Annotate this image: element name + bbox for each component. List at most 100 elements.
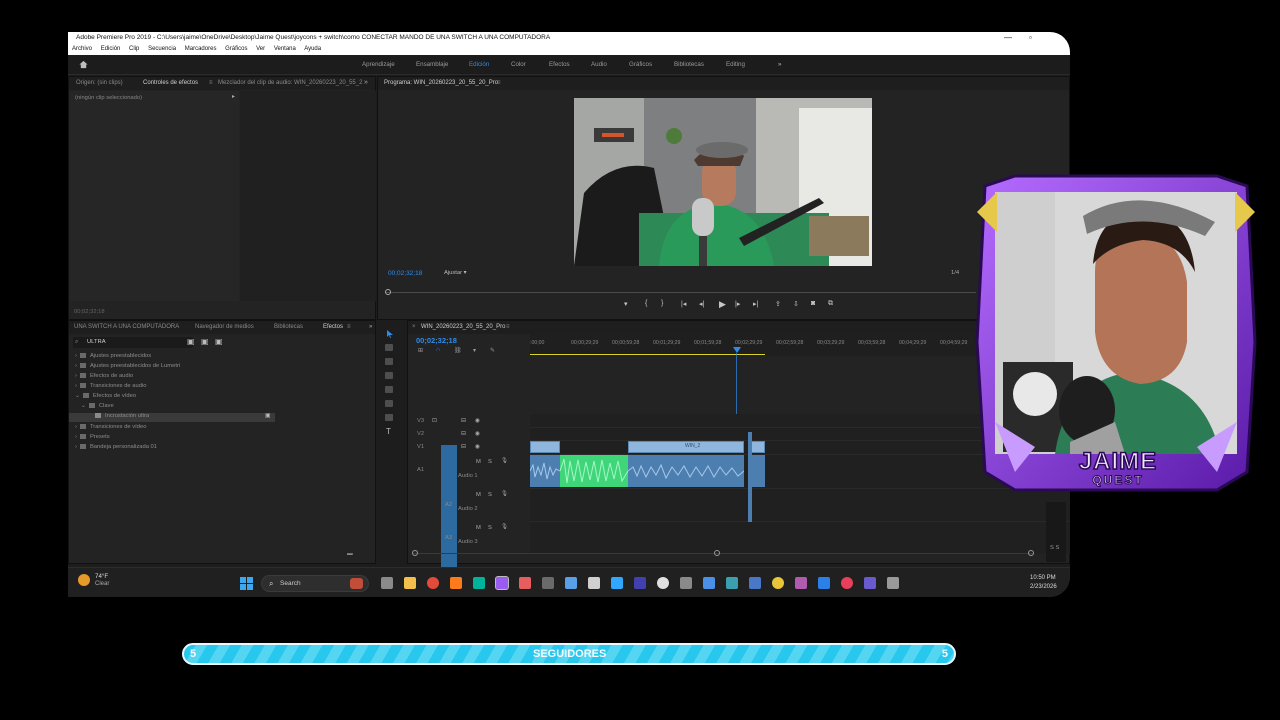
menu-ver[interactable]: Ver <box>256 46 265 52</box>
app-icon[interactable] <box>795 577 807 589</box>
mic-icon[interactable]: 🎙 <box>501 458 508 464</box>
ws-tab-graficos[interactable]: Gráficos <box>629 61 652 68</box>
mic-icon[interactable]: 🎙 <box>501 524 508 530</box>
tab-origen[interactable]: Origen: (sin clips) <box>76 77 123 90</box>
clip-edge-marker[interactable] <box>748 432 752 522</box>
fx-folder-custom-bin[interactable]: › Bandeja personalizada 01 <box>75 444 157 450</box>
compare-icon[interactable]: ⧉ <box>828 300 833 308</box>
premiere-icon[interactable] <box>495 576 509 590</box>
export-frame-icon[interactable]: ◙ <box>811 300 815 307</box>
go-to-out-icon[interactable]: ▸| <box>753 300 758 308</box>
scroll-handle-right[interactable] <box>1028 550 1034 556</box>
app-icon[interactable] <box>565 577 577 589</box>
mark-in-icon[interactable]: { <box>645 300 647 307</box>
chrome-icon[interactable] <box>427 577 439 589</box>
add-marker-timeline-icon[interactable]: ▾ <box>473 347 476 354</box>
photoshop-icon[interactable] <box>611 577 623 589</box>
tab-menu-icon[interactable]: ≡ <box>209 77 213 90</box>
file-explorer-icon[interactable] <box>404 577 416 589</box>
panel-more-icon[interactable]: » <box>364 76 376 89</box>
camera-icon[interactable] <box>887 577 899 589</box>
tab-bibliotecas[interactable]: Bibliotecas <box>274 321 303 334</box>
ws-tab-editing[interactable]: Editing <box>726 61 745 68</box>
work-area-bar[interactable] <box>530 354 765 355</box>
obs-icon[interactable] <box>657 577 669 589</box>
snap-icon[interactable]: ∩ <box>436 347 440 353</box>
sync-lock-icon[interactable]: ⊟ <box>461 418 466 424</box>
sequence-tab[interactable]: WIN_20260223_20_55_20_Pro <box>421 321 505 334</box>
capcut-icon[interactable] <box>588 577 600 589</box>
solo-button[interactable]: S <box>488 492 492 498</box>
audition-icon[interactable] <box>473 577 485 589</box>
solo-button[interactable]: S <box>488 459 492 465</box>
program-menu-icon[interactable]: ≡ <box>497 77 501 90</box>
menu-graficos[interactable]: Gráficos <box>225 46 247 52</box>
maximize-icon[interactable]: ▫ <box>1029 32 1032 44</box>
audio-clip[interactable] <box>751 455 765 487</box>
wrench-icon[interactable]: ✎ <box>490 347 495 354</box>
audio-clip[interactable] <box>530 455 560 487</box>
eye-icon[interactable]: ◉ <box>475 431 480 437</box>
program-scrub-bar[interactable] <box>386 292 976 293</box>
lock-icon[interactable]: ⊡ <box>432 418 437 424</box>
new-custom-bin-icon[interactable]: ▬ <box>347 551 353 557</box>
play-icon[interactable]: ▶ <box>719 299 726 310</box>
timeline-scrollbar[interactable] <box>413 553 1033 554</box>
mute-button[interactable]: M <box>476 459 481 465</box>
menu-secuencia[interactable]: Secuencia <box>148 46 176 52</box>
tab-project[interactable]: UNA SWITCH A UNA COMPUTADORA <box>74 321 179 334</box>
audio-clip-selected[interactable] <box>560 455 628 487</box>
windows-start-icon[interactable] <box>240 577 253 590</box>
solo-button[interactable]: S <box>488 525 492 531</box>
ws-tab-ensamblaje[interactable]: Ensamblaje <box>416 61 448 68</box>
menu-archivo[interactable]: Archivo <box>72 46 92 52</box>
fx-folder-presets[interactable]: › Ajustes preestablecidos <box>75 353 151 359</box>
mute-button[interactable]: M <box>476 492 481 498</box>
audio-clip[interactable] <box>628 455 744 487</box>
lift-icon[interactable]: ⇪ <box>775 300 781 308</box>
sync-lock-icon[interactable]: ⊟ <box>461 444 466 450</box>
fx-folder-lumetri[interactable]: › Ajustes preestablecidos de Lumetri <box>75 363 180 369</box>
linked-selection-icon[interactable]: ⛓ <box>454 347 462 354</box>
tab-controles-efectos[interactable]: Controles de efectos <box>143 77 198 90</box>
fx-folder-presets-2[interactable]: › Presets <box>75 434 110 440</box>
weather-desc[interactable]: Clear <box>95 581 109 587</box>
fx-folder-video-effects[interactable]: ⌄ Efectos de vídeo <box>75 393 136 399</box>
itunes-icon[interactable] <box>841 577 853 589</box>
mic-icon[interactable]: 🎙 <box>501 491 508 497</box>
clock-time[interactable]: 10:50 PM <box>1030 575 1056 581</box>
app-icon[interactable] <box>749 577 761 589</box>
app-icon[interactable] <box>726 577 738 589</box>
app-icon[interactable] <box>772 577 784 589</box>
fx-folder-audio-effects[interactable]: › Efectos de audio <box>75 373 133 379</box>
expand-icon[interactable]: ▸ <box>232 94 235 100</box>
tab-mezclador[interactable]: Mezclador del clip de audio: WIN_2026022… <box>218 77 362 90</box>
app-icon[interactable] <box>519 577 531 589</box>
effects-search-field[interactable]: ⌕ ULTRA <box>73 337 193 348</box>
video-clip[interactable] <box>751 441 765 453</box>
ws-tab-edicion[interactable]: Edición <box>469 61 489 68</box>
add-marker-icon[interactable]: ▾ <box>624 300 628 308</box>
ws-tab-aprendizaje[interactable]: Aprendizaje <box>362 61 395 68</box>
tab-navegador[interactable]: Navegador de medios <box>195 321 254 334</box>
ws-tab-efectos[interactable]: Efectos <box>549 61 570 68</box>
scroll-handle-mid[interactable] <box>714 550 720 556</box>
ws-tab-bibliotecas[interactable]: Bibliotecas <box>674 61 704 68</box>
nest-icon[interactable]: ⊞ <box>418 347 423 354</box>
pen-tool-icon[interactable] <box>385 400 393 407</box>
close-sequence-icon[interactable]: × <box>412 321 416 334</box>
menu-ayuda[interactable]: Ayuda <box>304 46 321 52</box>
teams-icon[interactable] <box>864 577 876 589</box>
ws-tab-color[interactable]: Color <box>511 61 526 68</box>
extract-icon[interactable]: ⇩ <box>793 300 799 308</box>
taskbar-search[interactable]: ⌕ Search <box>261 575 369 592</box>
app-icon[interactable] <box>703 577 715 589</box>
step-back-icon[interactable]: ◂| <box>699 300 704 308</box>
sequence-menu-icon[interactable]: ≡ <box>506 321 510 334</box>
menu-edicion[interactable]: Edición <box>101 46 121 52</box>
menu-marcadores[interactable]: Marcadores <box>185 46 217 52</box>
clock-date[interactable]: 2/23/2026 <box>1030 584 1057 590</box>
go-to-in-icon[interactable]: |◂ <box>681 300 686 308</box>
app-icon[interactable] <box>542 577 554 589</box>
fit-dropdown[interactable]: Ajustar ▾ <box>444 270 467 276</box>
